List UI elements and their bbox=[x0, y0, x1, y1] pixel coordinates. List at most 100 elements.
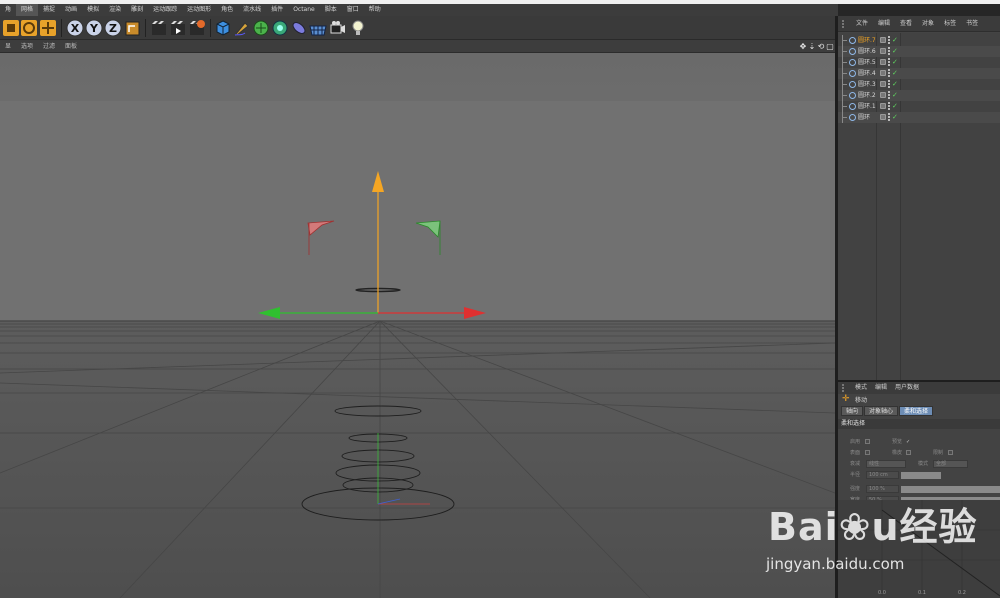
enabled-check-icon[interactable]: ✓ bbox=[892, 90, 898, 101]
object-row[interactable]: 圆环.5 ✓ bbox=[838, 57, 1000, 68]
falloff-dropdown[interactable]: 线性 bbox=[866, 460, 906, 468]
limit-checkbox[interactable] bbox=[948, 450, 953, 455]
object-row[interactable]: 圆环.4 ✓ bbox=[838, 68, 1000, 79]
enabled-check-icon[interactable]: ✓ bbox=[892, 112, 898, 123]
viewport-menu-item[interactable]: 面板 bbox=[60, 40, 82, 53]
object-row[interactable]: 圆环 ✓ bbox=[838, 112, 1000, 123]
radius-slider[interactable] bbox=[901, 472, 941, 479]
menu-item[interactable]: 渲染 bbox=[104, 4, 126, 16]
dolly-icon[interactable]: ⇣ bbox=[808, 42, 816, 51]
rotate-tool-icon[interactable] bbox=[20, 19, 38, 37]
deformer-icon[interactable] bbox=[290, 19, 308, 37]
object-row[interactable]: 圆环.7 ✓ bbox=[838, 35, 1000, 46]
menu-item[interactable]: 窗口 bbox=[342, 4, 364, 16]
visibility-dots-icon[interactable] bbox=[888, 36, 891, 44]
y-axis-lock-icon[interactable]: Y bbox=[85, 19, 103, 37]
layer-icon[interactable] bbox=[880, 103, 886, 109]
subdivision-surface-icon[interactable] bbox=[252, 19, 270, 37]
menu-item[interactable]: 网格 bbox=[16, 4, 39, 16]
object-manager-menu-item[interactable]: 书签 bbox=[961, 16, 983, 32]
visibility-dots-icon[interactable] bbox=[888, 69, 891, 77]
enabled-check-icon[interactable]: ✓ bbox=[892, 101, 898, 112]
menu-item[interactable]: 脚本 bbox=[320, 4, 342, 16]
preview-check-icon[interactable]: ✓ bbox=[906, 437, 910, 447]
viewport-menu-item[interactable]: 显 bbox=[0, 40, 16, 53]
menu-item[interactable]: 动画 bbox=[60, 4, 82, 16]
cloner-icon[interactable] bbox=[271, 19, 289, 37]
surface-checkbox[interactable] bbox=[865, 450, 870, 455]
attribute-subtab[interactable]: 轴向 bbox=[841, 406, 864, 416]
object-name[interactable]: 圆环 bbox=[858, 112, 870, 123]
menu-item[interactable]: 插件 bbox=[266, 4, 288, 16]
object-name[interactable]: 圆环.4 bbox=[858, 68, 876, 79]
menu-item[interactable]: 雕刻 bbox=[126, 4, 148, 16]
pan-icon[interactable]: ✥ bbox=[799, 42, 807, 51]
object-manager-menu-item[interactable]: 查看 bbox=[895, 16, 917, 32]
panel-grip-icon[interactable] bbox=[842, 19, 848, 28]
menu-item[interactable]: 运动跟踪 bbox=[148, 4, 182, 16]
scale-tool-icon[interactable] bbox=[2, 19, 20, 37]
strength-slider[interactable] bbox=[901, 486, 1000, 493]
attribute-menu-item[interactable]: 用户数据 bbox=[891, 382, 923, 394]
layer-icon[interactable] bbox=[880, 81, 886, 87]
attribute-subtab[interactable]: 柔和选择 bbox=[899, 406, 934, 416]
visibility-dots-icon[interactable] bbox=[888, 47, 891, 55]
rotate-view-icon[interactable]: ⟲ bbox=[817, 42, 825, 51]
pen-spline-icon[interactable] bbox=[233, 19, 251, 37]
floor-environment-icon[interactable] bbox=[309, 19, 327, 37]
object-name[interactable]: 圆环.1 bbox=[858, 101, 876, 112]
enabled-check-icon[interactable]: ✓ bbox=[892, 57, 898, 68]
menu-item[interactable]: 角 bbox=[0, 4, 16, 16]
enabled-check-icon[interactable]: ✓ bbox=[892, 68, 898, 79]
render-view-icon[interactable] bbox=[150, 19, 168, 37]
maximize-view-icon[interactable]: ▢ bbox=[826, 42, 834, 51]
radius-field[interactable]: 100 cm bbox=[866, 471, 899, 479]
panel-grip-icon[interactable] bbox=[842, 384, 848, 392]
object-manager-menu-item[interactable]: 编辑 bbox=[873, 16, 895, 32]
object-name[interactable]: 圆环.2 bbox=[858, 90, 876, 101]
cube-primitive-icon[interactable] bbox=[214, 19, 232, 37]
viewport-menu-item[interactable]: 选项 bbox=[16, 40, 38, 53]
x-axis-lock-icon[interactable]: X bbox=[66, 19, 84, 37]
menu-item[interactable]: 模拟 bbox=[82, 4, 104, 16]
3d-viewport[interactable] bbox=[0, 53, 835, 598]
object-manager-menu-item[interactable]: 对象 bbox=[917, 16, 939, 32]
render-settings-icon[interactable] bbox=[188, 19, 206, 37]
enable-checkbox[interactable] bbox=[865, 439, 870, 444]
menu-item[interactable]: 运动图形 bbox=[182, 4, 216, 16]
object-manager-menu-item[interactable]: 文件 bbox=[851, 16, 873, 32]
z-axis-lock-icon[interactable]: Z bbox=[104, 19, 122, 37]
object-name[interactable]: 圆环.3 bbox=[858, 79, 876, 90]
visibility-dots-icon[interactable] bbox=[888, 58, 891, 66]
strength-field[interactable]: 100 % bbox=[866, 485, 899, 493]
menu-item[interactable]: Octane bbox=[288, 4, 320, 16]
menu-item[interactable]: 捕捉 bbox=[38, 4, 60, 16]
layer-icon[interactable] bbox=[880, 114, 886, 120]
enabled-check-icon[interactable]: ✓ bbox=[892, 35, 898, 46]
attribute-menu-item[interactable]: 模式 bbox=[851, 382, 871, 394]
object-name[interactable]: 圆环.5 bbox=[858, 57, 876, 68]
object-row[interactable]: 圆环.2 ✓ bbox=[838, 90, 1000, 101]
camera-icon[interactable] bbox=[329, 19, 347, 37]
enabled-check-icon[interactable]: ✓ bbox=[892, 79, 898, 90]
coordinate-system-icon[interactable] bbox=[124, 19, 142, 37]
object-name[interactable]: 圆环.6 bbox=[858, 46, 876, 57]
object-name[interactable]: 圆环.7 bbox=[858, 35, 876, 46]
rubber-checkbox[interactable] bbox=[906, 450, 911, 455]
visibility-dots-icon[interactable] bbox=[888, 102, 891, 110]
object-row[interactable]: 圆环.6 ✓ bbox=[838, 46, 1000, 57]
layer-icon[interactable] bbox=[880, 37, 886, 43]
menu-item[interactable]: 角色 bbox=[216, 4, 238, 16]
object-list[interactable]: 圆环.7 ✓ 圆环.6 ✓ 圆环.5 ✓ 圆环.4 ✓ 圆环.3 ✓ 圆环.2 ✓ 圆环.1 ✓ 圆环 ✓ bbox=[838, 33, 1000, 380]
enabled-check-icon[interactable]: ✓ bbox=[892, 46, 898, 57]
attribute-menu-item[interactable]: 编辑 bbox=[871, 382, 891, 394]
object-row[interactable]: 圆环.3 ✓ bbox=[838, 79, 1000, 90]
menu-item[interactable]: 流水线 bbox=[238, 4, 266, 16]
menu-item[interactable]: 帮助 bbox=[364, 4, 386, 16]
attribute-subtab[interactable]: 对象轴心 bbox=[864, 406, 899, 416]
visibility-dots-icon[interactable] bbox=[888, 80, 891, 88]
viewport-menu-item[interactable]: 过滤 bbox=[38, 40, 60, 53]
move-tool-icon[interactable] bbox=[39, 19, 57, 37]
layer-icon[interactable] bbox=[880, 59, 886, 65]
mode-dropdown[interactable]: 全部 bbox=[933, 460, 968, 468]
